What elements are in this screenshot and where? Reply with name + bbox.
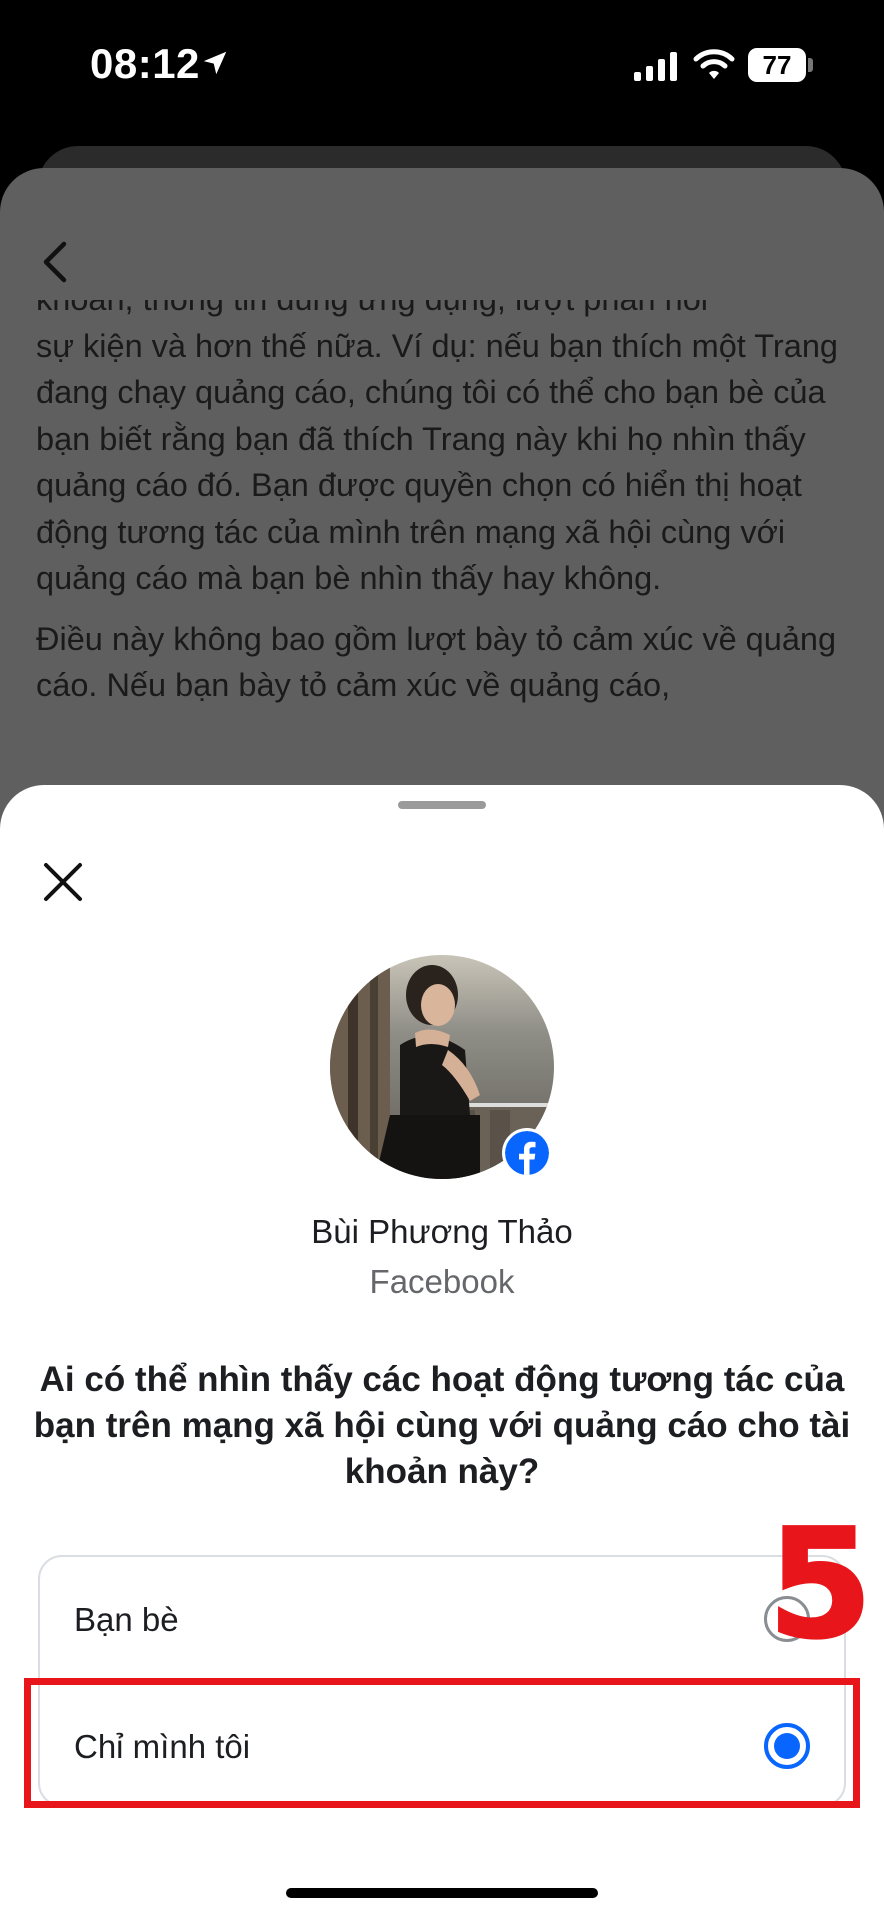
step-number: 5	[766, 1498, 873, 1672]
highlight-box	[24, 1678, 860, 1808]
wifi-icon	[693, 49, 735, 79]
close-icon[interactable]	[40, 859, 86, 905]
back-arrow-icon[interactable]	[38, 240, 72, 284]
battery-icon: 77	[748, 48, 806, 82]
audience-question: Ai có thể nhìn thấy các hoạt động tương …	[33, 1360, 851, 1491]
background-paragraph-1: sự kiện và hơn thế nữa. Ví dụ: nếu bạn t…	[36, 327, 838, 597]
location-arrow-icon	[203, 51, 227, 75]
sheet-grabber[interactable]	[398, 801, 486, 809]
option-label: Bạn bè	[74, 1601, 179, 1638]
account-name: Bùi Phương Thảo	[311, 1213, 573, 1250]
background-paragraph-2: Điều này không bao gồm lượt bày tỏ cảm x…	[36, 620, 837, 704]
status-bar: 08:12 77	[0, 0, 884, 130]
home-indicator[interactable]	[286, 1888, 598, 1898]
account-platform: Facebook	[369, 1263, 515, 1300]
background-paragraph-clipped: khoản, thông tin dùng ứng dụng, lượt phả…	[36, 300, 856, 323]
background-page-text: khoản, thông tin dùng ứng dụng, lượt phả…	[36, 300, 856, 790]
signal-icon	[634, 52, 677, 81]
option-friends[interactable]: Bạn bè	[40, 1557, 844, 1682]
battery-cap	[808, 58, 813, 72]
facebook-icon	[502, 1128, 552, 1178]
status-time: 08:12	[90, 40, 200, 87]
